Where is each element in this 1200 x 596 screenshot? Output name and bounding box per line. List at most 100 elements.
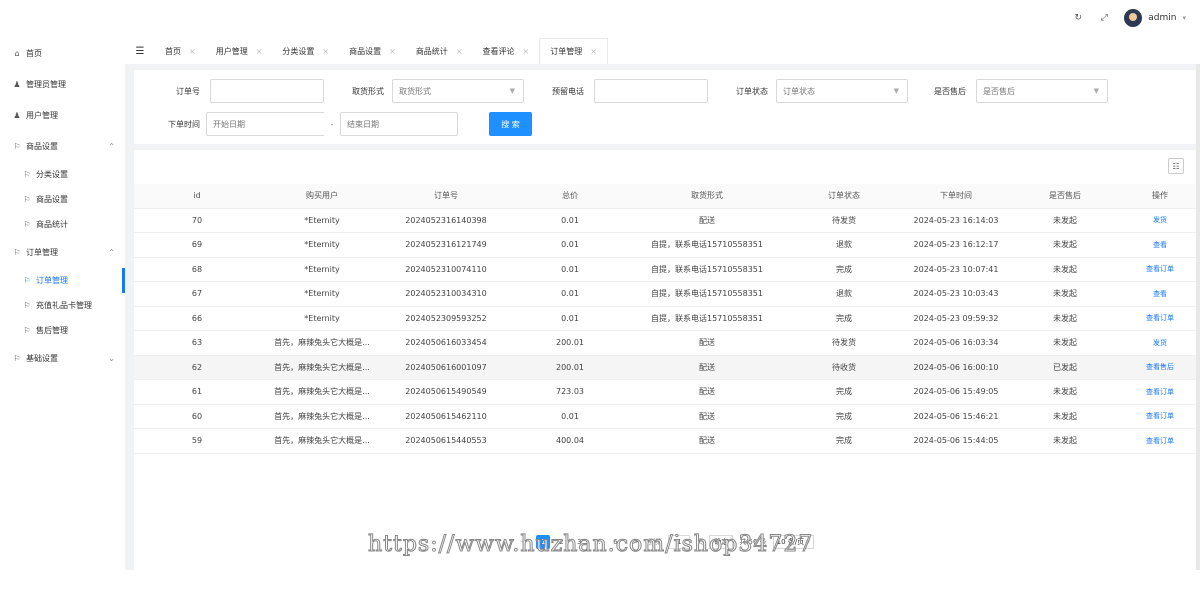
phone-label: 预留电话	[552, 86, 584, 96]
status-select-placeholder: 订单状态	[783, 86, 815, 96]
sidebar-item-11[interactable]: ⚐ 基础设置 ⌄	[0, 343, 125, 374]
sidebar-item-10[interactable]: ⚐ 售后管理	[0, 318, 125, 343]
table-cell: 723.03	[508, 379, 632, 405]
close-icon[interactable]: ×	[456, 47, 463, 56]
close-icon[interactable]: ×	[389, 47, 396, 56]
table-cell: 200.01	[508, 330, 632, 356]
status-select[interactable]: 订单状态 ▼	[776, 79, 908, 103]
start-date-input[interactable]: 开始日期	[206, 112, 324, 136]
tab-bar: ☰ 首页 × 用户管理 × 分类设置 × 商品设置 × 商品统计 × 查看评论 × 订单管理 ×	[125, 38, 1200, 64]
scrollbar[interactable]	[1196, 64, 1200, 570]
column-header: id	[134, 184, 260, 209]
table-cell: *Eternity	[260, 208, 384, 233]
tab-label: 查看评论	[482, 46, 515, 56]
table-cell: 首先，麻辣兔头它大概是...	[260, 355, 384, 380]
fullscreen-icon[interactable]: ⤢	[1098, 13, 1110, 23]
table-cell: 2024052310074110	[384, 257, 508, 282]
table-cell: 0.01	[508, 257, 632, 282]
order-no-label: 订单号	[176, 86, 200, 96]
order-no-input[interactable]	[210, 79, 324, 103]
action-link[interactable]: 查看订单	[1124, 257, 1196, 282]
column-settings-icon[interactable]: ☷	[1168, 158, 1184, 174]
table-row: 70 *Eternity 2024052316140398 0.01 配送 待发货 2024…	[134, 208, 1196, 233]
tab-6[interactable]: 订单管理 ×	[539, 38, 608, 64]
main-content: 订单号 取货形式 取货形式 ▼ 预留电话 订单状态 订单状态 ▼ 是否售后 是否…	[125, 64, 1200, 596]
tab-0[interactable]: 首页 ×	[155, 38, 206, 64]
table-cell: 2024050616033454	[384, 330, 508, 356]
sidebar-item-4[interactable]: ⚐ 分类设置	[0, 162, 125, 187]
watermark: https://www.huzhan.com/ishop34727	[367, 532, 814, 558]
users-icon: ♟	[13, 80, 21, 89]
column-header: 购买用户	[260, 184, 384, 209]
column-header: 下单时间	[906, 184, 1006, 209]
action-link[interactable]: 查看订单	[1124, 428, 1196, 454]
table-cell: 未发起	[1006, 379, 1124, 405]
sidebar-item-9[interactable]: ⚐ 充值礼品卡管理	[0, 293, 125, 318]
close-icon[interactable]: ×	[189, 47, 196, 56]
table-cell: 配送	[632, 355, 782, 380]
menu-toggle-icon[interactable]: ☰	[125, 38, 155, 64]
close-icon[interactable]: ×	[523, 47, 530, 56]
action-link[interactable]: 发货	[1124, 208, 1196, 233]
table-cell: 68	[134, 257, 260, 282]
tab-3[interactable]: 商品设置 ×	[339, 38, 406, 64]
table-cell: 未发起	[1006, 306, 1124, 331]
column-header: 是否售后	[1006, 184, 1124, 209]
sidebar-item-8[interactable]: ⚐ 订单管理	[0, 268, 125, 293]
action-link[interactable]: 查看	[1124, 232, 1196, 258]
end-date-input[interactable]: 结束日期	[340, 112, 458, 136]
users-icon: ♟	[13, 111, 21, 120]
table-cell: *Eternity	[260, 281, 384, 307]
sidebar-item-3[interactable]: ⚐ 商品设置 ⌃	[0, 131, 125, 162]
column-header: 操作	[1124, 184, 1196, 209]
tab-2[interactable]: 分类设置 ×	[272, 38, 339, 64]
action-link[interactable]: 查看订单	[1124, 306, 1196, 331]
sidebar-item-1[interactable]: ♟ 管理员管理	[0, 69, 125, 100]
sidebar-item-7[interactable]: ⚐ 订单管理 ⌃	[0, 237, 125, 268]
phone-input[interactable]	[594, 79, 708, 103]
aftersale-label: 是否售后	[934, 86, 966, 96]
tab-5[interactable]: 查看评论 ×	[473, 38, 540, 64]
tab-4[interactable]: 商品统计 ×	[406, 38, 473, 64]
action-link[interactable]: 查看订单	[1124, 404, 1196, 429]
table-cell: 配送	[632, 404, 782, 429]
user-menu[interactable]: admin ▾	[1124, 9, 1186, 27]
tab-1[interactable]: 用户管理 ×	[206, 38, 273, 64]
pickup-select[interactable]: 取货形式 ▼	[392, 79, 524, 103]
action-link[interactable]: 发货	[1124, 330, 1196, 356]
flag-icon: ⚐	[13, 354, 21, 363]
table-cell: 自提，联系电话15710558351	[632, 306, 782, 331]
table-cell: 自提，联系电话15710558351	[632, 281, 782, 307]
table-row: 59 首先，麻辣兔头它大概是... 2024050615440553 400.04 配送…	[134, 428, 1196, 454]
action-link[interactable]: 查看	[1124, 281, 1196, 307]
table-cell: 2024-05-06 16:00:10	[906, 355, 1006, 380]
flag-icon: ⚐	[23, 301, 31, 310]
table-row: 67 *Eternity 2024052310034310 0.01 自提，联系电话15…	[134, 281, 1196, 307]
refresh-icon[interactable]: ↻	[1072, 13, 1084, 23]
close-icon[interactable]: ×	[256, 47, 263, 56]
action-link[interactable]: 查看订单	[1124, 379, 1196, 405]
table-cell: 67	[134, 281, 260, 307]
sidebar-item-6[interactable]: ⚐ 商品统计	[0, 212, 125, 237]
table-row: 69 *Eternity 2024052316121749 0.01 自提，联系电话15…	[134, 232, 1196, 258]
date-range-separator: -	[330, 119, 334, 129]
table-cell: 70	[134, 208, 260, 233]
table-cell: 2024050615462110	[384, 404, 508, 429]
table-cell: 配送	[632, 428, 782, 454]
search-button[interactable]: 搜 索	[489, 112, 532, 136]
action-link[interactable]: 查看售后	[1124, 355, 1196, 380]
column-header: 订单状态	[782, 184, 906, 209]
sidebar-item-0[interactable]: ⌂ 首页	[0, 38, 125, 69]
sidebar-item-5[interactable]: ⚐ 商品设置	[0, 187, 125, 212]
close-icon[interactable]: ×	[322, 47, 329, 56]
aftersale-select[interactable]: 是否售后 ▼	[976, 79, 1108, 103]
sidebar-item-2[interactable]: ♟ 用户管理	[0, 100, 125, 131]
sidebar-item-label: 商品设置	[36, 195, 68, 204]
close-icon[interactable]: ×	[590, 47, 597, 56]
table-cell: *Eternity	[260, 232, 384, 258]
table-cell: 未发起	[1006, 281, 1124, 307]
table-cell: 配送	[632, 208, 782, 233]
sidebar-item-label: 商品设置	[26, 142, 58, 151]
table-cell: 完成	[782, 306, 906, 331]
chevron-up-icon: ⌃	[108, 142, 115, 151]
